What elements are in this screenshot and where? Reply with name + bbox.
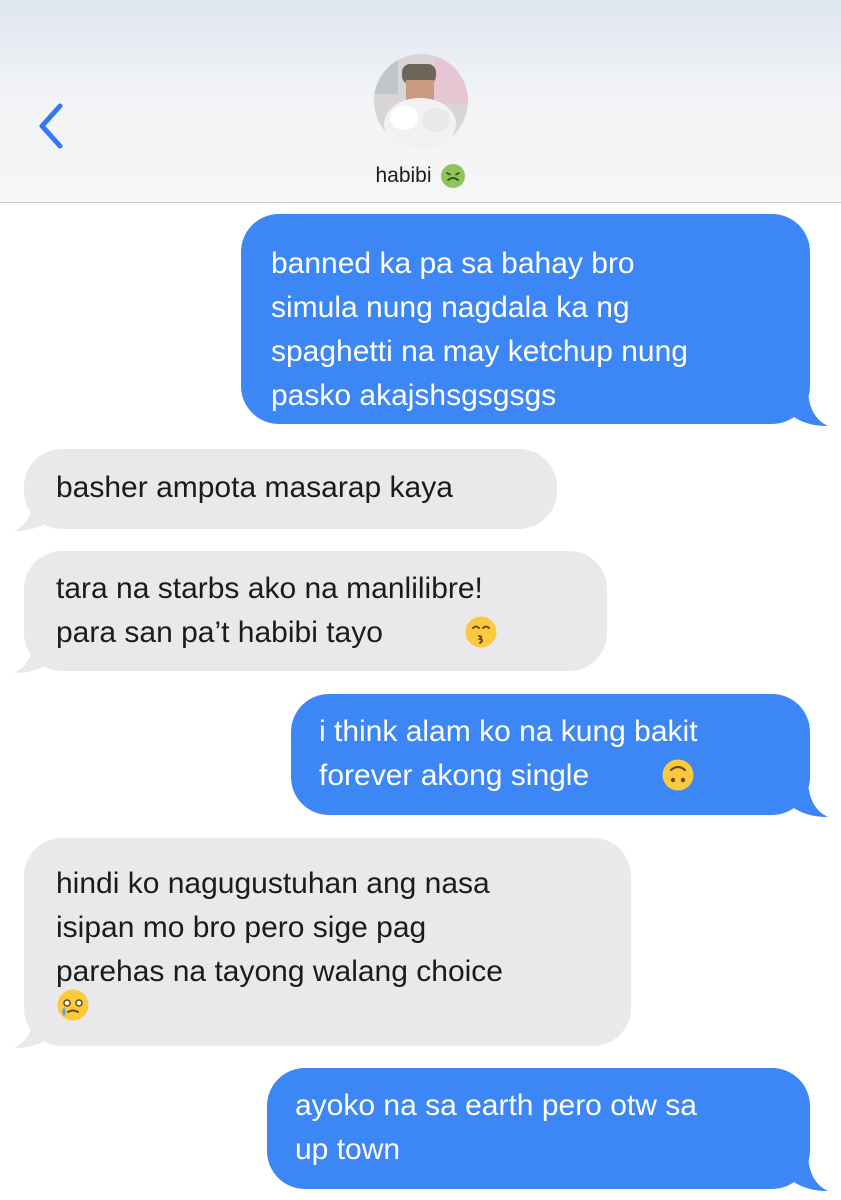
bubble-tail	[790, 392, 828, 426]
message-bubble-received[interactable]: tara na starbs ako na manlilibre! para s…	[24, 551, 607, 671]
message-text: banned ka pa sa bahay bro simula nung na…	[271, 247, 688, 412]
bubble-tail	[790, 783, 828, 817]
back-button[interactable]	[30, 98, 74, 154]
message-bubble-sent[interactable]: ayoko na sa earth pero otw sa up town	[267, 1068, 810, 1189]
message-text: ayoko na sa earth pero otw sa up town	[295, 1089, 697, 1166]
message-bubble-received[interactable]: hindi ko nagugustuhan ang nasa isipan mo…	[24, 838, 631, 1046]
message-text: hindi ko nagugustuhan ang nasa isipan mo…	[56, 867, 503, 988]
bubble-tail	[14, 639, 52, 673]
nauseated-face-emoji	[440, 164, 465, 188]
avatar[interactable]	[374, 54, 468, 148]
message-bubble-sent[interactable]: i think alam ko na kung bakit forever ak…	[291, 694, 810, 815]
contact-title[interactable]: habibi	[0, 158, 841, 194]
bubble-tail	[790, 1157, 828, 1191]
message-bubble-received[interactable]: basher ampota masarap kaya	[24, 449, 557, 529]
contact-photo	[374, 54, 468, 148]
contact-name: habibi	[375, 164, 432, 187]
face-holding-back-tears-emoji	[57, 989, 89, 1021]
chevron-left-icon	[39, 103, 63, 149]
message-text: tara na starbs ako na manlilibre! para s…	[56, 572, 483, 649]
chat-header: habibi	[0, 0, 841, 203]
bubble-tail	[14, 497, 52, 531]
message-text: i think alam ko na kung bakit forever ak…	[319, 715, 698, 792]
kissing-face-emoji	[465, 616, 497, 648]
message-bubble-sent[interactable]: banned ka pa sa bahay bro simula nung na…	[241, 214, 810, 424]
message-text: basher ampota masarap kaya	[56, 471, 453, 504]
bubble-tail	[14, 1014, 52, 1048]
upside-down-face-emoji	[662, 759, 694, 791]
